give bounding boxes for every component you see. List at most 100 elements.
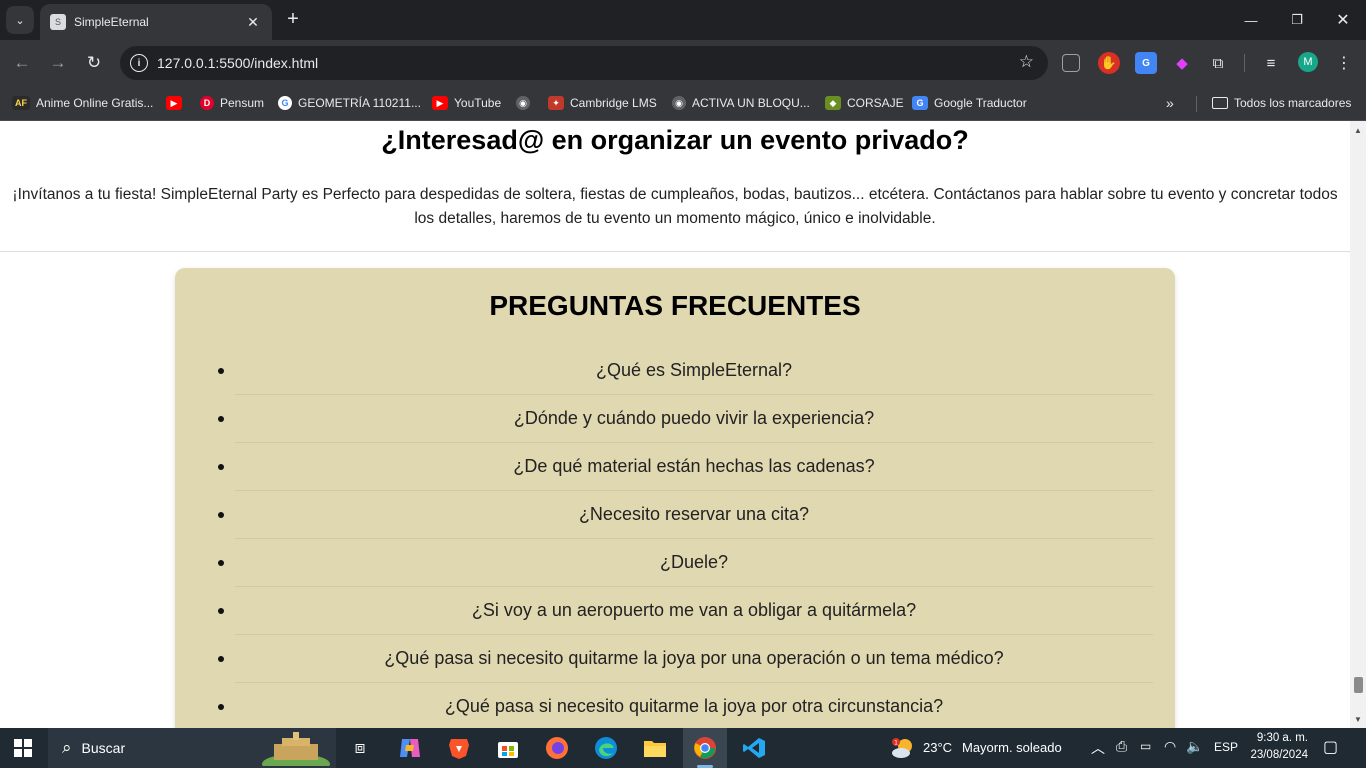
battery-icon[interactable]: ▭ [1140, 739, 1151, 753]
bookmark-label: CORSAJE [847, 96, 904, 110]
bookmark-youtube-2[interactable]: ▶ YouTube [432, 94, 501, 112]
bookmark-label: Cambridge LMS [570, 96, 657, 110]
firefox-icon[interactable] [542, 734, 572, 762]
vscode-icon[interactable] [739, 734, 769, 762]
youtube-icon: ▶ [432, 96, 448, 110]
bookmark-label: YouTube [454, 96, 502, 110]
faq-item[interactable]: ¿Qué pasa si necesito quitarme la joya p… [218, 635, 1153, 683]
faq-item[interactable]: ¿Duele? [218, 539, 1153, 587]
profile-avatar[interactable]: M [1298, 52, 1318, 72]
bullet-icon [218, 512, 224, 518]
url-text[interactable]: 127.0.0.1:5500/index.html [157, 55, 318, 71]
taskbar-search-label: Buscar [81, 740, 126, 756]
faq-question: ¿Qué pasa si necesito quitarme la joya p… [384, 648, 1004, 668]
tab-close-icon[interactable]: ✕ [244, 14, 262, 31]
bookmark-pensum[interactable]: D Pensum [200, 94, 264, 112]
bullet-icon [218, 416, 224, 422]
bookmark-translate[interactable]: G Google Traductor [912, 94, 1027, 112]
bookmark-anime[interactable]: AF Anime Online Gratis... [12, 94, 153, 112]
faq-item[interactable]: ¿Qué pasa si necesito quitarme la joya p… [218, 683, 1153, 728]
adblock-extension-icon[interactable]: ✋ [1098, 52, 1120, 74]
faq-item[interactable]: ¿Necesito reservar una cita? [218, 491, 1153, 539]
media-extension-icon[interactable]: ◆ [1171, 52, 1193, 74]
restore-icon[interactable]: ❐ [1274, 0, 1320, 40]
bookmark-cambridge[interactable]: ✦ Cambridge LMS [548, 94, 657, 112]
faq-item[interactable]: ¿Qué es SimpleEternal? [218, 347, 1153, 395]
anime-bookmark-icon: AF [12, 96, 30, 110]
tab-search-dropdown-icon[interactable]: ⌄ [6, 6, 34, 34]
menu-kebab-icon[interactable]: ⋮ [1333, 52, 1355, 74]
volume-icon[interactable]: 🔈 [1186, 738, 1203, 755]
page-scrollbar[interactable]: ▲ ▼ [1350, 121, 1366, 728]
faq-item[interactable]: ¿De qué material están hechas las cadena… [218, 443, 1153, 491]
search-icon: ⌕ [62, 738, 72, 757]
more-bookmarks-chevron-icon[interactable]: » [1166, 94, 1174, 112]
microsoft-store-icon[interactable] [493, 734, 523, 762]
scroll-thumb[interactable] [1354, 677, 1363, 693]
notifications-icon[interactable]: ▢ [1323, 737, 1338, 757]
bookmark-star-icon[interactable]: ☆ [1019, 52, 1034, 72]
event-description-line-2: los detalles, haremos de tu evento un mo… [414, 210, 936, 227]
all-bookmarks-folder[interactable]: Todos los marcadores [1212, 94, 1351, 112]
pensum-icon: D [200, 96, 214, 110]
address-bar[interactable]: i 127.0.0.1:5500/index.html ☆ [120, 46, 1048, 80]
bookmark-geometria[interactable]: G GEOMETRÍA 110211... [278, 94, 421, 112]
faq-item[interactable]: ¿Dónde y cuándo puedo vivir la experienc… [218, 395, 1153, 443]
bookmark-corsaje[interactable]: ◆ CORSAJE [825, 94, 904, 112]
bookmark-activa[interactable]: ◉ ACTIVA UN BLOQU... [672, 94, 810, 112]
bookmark-label: Pensum [220, 96, 265, 110]
site-info-icon[interactable]: i [130, 54, 148, 72]
clock-time[interactable]: 9:30 a. m. [1250, 732, 1308, 744]
lens-icon[interactable] [1062, 54, 1080, 72]
close-window-icon[interactable]: ✕ [1320, 0, 1366, 40]
scroll-up-icon[interactable]: ▲ [1350, 123, 1366, 137]
bookmarks-bar: AF Anime Online Gratis... ▶ D Pensum G G… [0, 86, 1366, 121]
bullet-icon [218, 560, 224, 566]
reload-icon[interactable]: ↻ [81, 50, 107, 76]
bookmark-label: Anime Online Gratis... [36, 96, 154, 110]
back-icon[interactable]: ← [9, 50, 35, 76]
task-view-icon[interactable]: ⧈ [345, 734, 375, 762]
forward-icon[interactable]: → [45, 50, 71, 76]
tab-favicon-icon: S [50, 14, 66, 30]
extensions-puzzle-icon[interactable]: ⧉ [1207, 52, 1229, 74]
translate-extension-icon[interactable]: G [1135, 52, 1157, 74]
faq-question: ¿Si voy a un aeropuerto me van a obligar… [471, 600, 917, 620]
wifi-icon[interactable]: ◠ [1164, 738, 1176, 755]
faq-item[interactable]: ¿Si voy a un aeropuerto me van a obligar… [218, 587, 1153, 635]
bookmark-label: GEOMETRÍA 110211... [298, 96, 421, 110]
faq-question: ¿Qué pasa si necesito quitarme la joya p… [444, 696, 944, 716]
clock-date[interactable]: 23/08/2024 [1246, 749, 1308, 761]
faq-title: PREGUNTAS FRECUENTES [489, 290, 861, 321]
minimize-icon[interactable]: — [1228, 0, 1274, 40]
bullet-icon [218, 704, 224, 710]
edge-icon[interactable] [591, 734, 621, 762]
bookmark-globe[interactable]: ◉ [516, 94, 536, 112]
scroll-down-icon[interactable]: ▼ [1350, 712, 1366, 726]
chrome-icon[interactable] [690, 734, 720, 762]
browser-tab[interactable]: S SimpleEternal ✕ [40, 4, 272, 40]
media-controls-icon[interactable]: ≡ [1260, 52, 1282, 74]
tray-chevron-up-icon[interactable]: ︿ [1091, 738, 1105, 758]
bookmark-youtube-1[interactable]: ▶ [166, 94, 188, 112]
toolbar-divider [1244, 54, 1245, 72]
globe-icon: ◉ [672, 96, 686, 110]
faq-section: PREGUNTAS FRECUENTES ¿Qué es SimpleEtern… [175, 268, 1175, 728]
file-explorer-icon[interactable] [640, 734, 670, 762]
weather-icon[interactable]: 1 [890, 734, 916, 762]
faq-list: ¿Qué es SimpleEternal? ¿Dónde y cuándo p… [218, 347, 1153, 728]
camera-icon[interactable]: ⎙ [1116, 738, 1127, 755]
windows-start-icon[interactable] [8, 734, 38, 762]
weather-temperature[interactable]: 23°C [923, 740, 952, 755]
corsaje-icon: ◆ [825, 96, 841, 110]
faq-question: ¿Qué es SimpleEternal? [595, 360, 793, 380]
weather-description[interactable]: Mayorm. soleado [962, 740, 1062, 755]
copilot-icon[interactable] [395, 734, 425, 762]
input-language[interactable]: ESP [1214, 740, 1238, 754]
google-icon: G [278, 96, 292, 110]
translate-icon: G [912, 96, 928, 110]
new-tab-icon[interactable]: + [282, 8, 304, 30]
taskbar-search-box[interactable]: ⌕ Buscar [48, 728, 336, 768]
brave-browser-icon[interactable] [444, 734, 474, 762]
bookmark-label: Todos los marcadores [1234, 96, 1352, 110]
